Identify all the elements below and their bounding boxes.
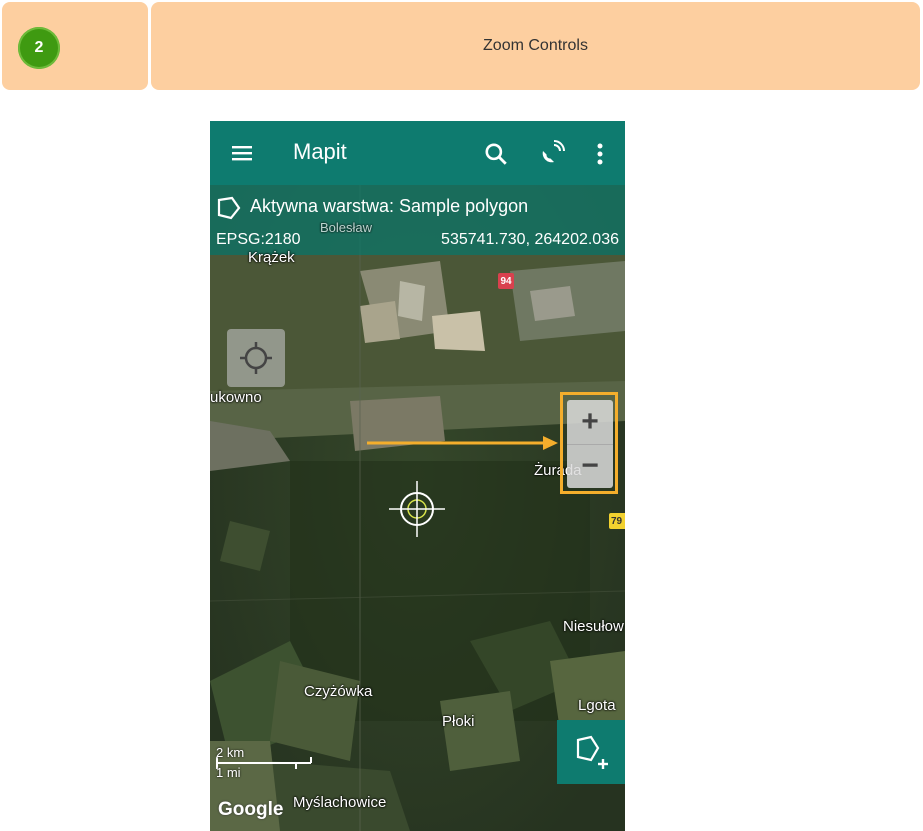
place-label: Płoki bbox=[442, 713, 475, 730]
map-center-crosshair-icon bbox=[389, 481, 445, 537]
search-icon[interactable] bbox=[483, 141, 509, 167]
crosshair-location-icon bbox=[240, 342, 272, 374]
callout-arrow bbox=[367, 436, 558, 450]
step-number-badge: 2 bbox=[18, 27, 60, 69]
place-label: Krążek bbox=[248, 249, 295, 266]
road-number-badge: 79 bbox=[609, 513, 625, 529]
active-layer-label[interactable]: Aktywna warstwa: Sample polygon bbox=[250, 196, 528, 217]
polygon-layer-icon bbox=[217, 196, 241, 220]
info-bar: Aktywna warstwa: Sample polygon EPSG:218… bbox=[210, 185, 625, 255]
gps-satellite-icon[interactable] bbox=[538, 139, 566, 167]
scale-km-label: 2 km bbox=[216, 745, 245, 760]
add-polygon-icon bbox=[576, 735, 608, 769]
coordinates-readout: 535741.730, 264202.036 bbox=[441, 231, 619, 248]
add-polygon-button[interactable] bbox=[557, 720, 625, 784]
place-label: Bolesław bbox=[320, 220, 373, 235]
place-label: ukowno bbox=[210, 389, 262, 406]
step-title: Zoom Controls bbox=[151, 2, 920, 90]
epsg-label: EPSG:2180 bbox=[216, 231, 301, 248]
more-vert-icon[interactable] bbox=[590, 141, 610, 167]
phone-screenshot: Mapit Aktywna warstwa: Sample polygon EP… bbox=[210, 121, 625, 831]
place-label: Niesułow bbox=[563, 618, 624, 635]
app-title: Mapit bbox=[293, 139, 347, 164]
place-label: Lgota bbox=[578, 697, 616, 714]
zoom-controls-highlight bbox=[560, 392, 618, 494]
step-cell: 2 bbox=[2, 2, 148, 90]
hamburger-menu-icon[interactable] bbox=[230, 141, 254, 165]
google-attribution: Google bbox=[218, 799, 284, 820]
road-number-badge: 94 bbox=[498, 273, 514, 289]
place-label: Czyżówka bbox=[304, 683, 373, 700]
app-toolbar: Mapit bbox=[210, 121, 625, 185]
scale-mi-label: 1 mi bbox=[216, 765, 241, 780]
place-label: Myślachowice bbox=[293, 794, 387, 811]
my-location-button[interactable] bbox=[227, 329, 285, 387]
